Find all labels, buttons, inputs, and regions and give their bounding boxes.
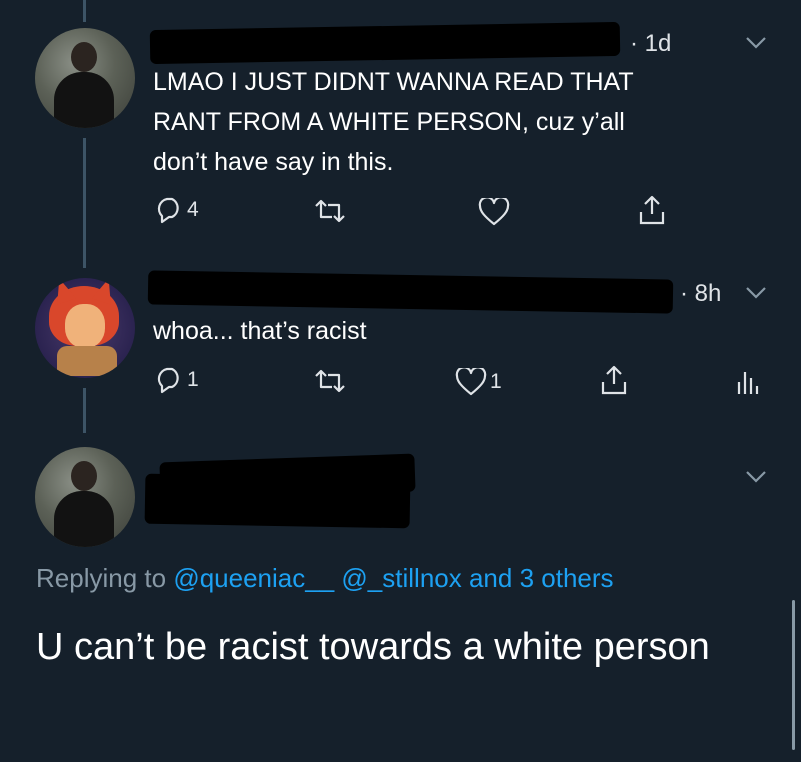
- heart-icon: [455, 368, 487, 396]
- like-button[interactable]: 1: [455, 368, 502, 396]
- avatar-armor: [57, 346, 117, 376]
- replying-to: Replying to @queeniac__ @_stillnox and 3…: [36, 563, 614, 594]
- tweet-time: · 1d: [630, 30, 672, 57]
- chevron-down-icon[interactable]: [745, 286, 767, 305]
- analytics-icon: [736, 368, 760, 396]
- mention-link[interactable]: @_stillnox: [341, 563, 461, 593]
- redacted-username: [149, 21, 621, 65]
- tweet-text: LMAO I JUST DIDNT WANNA READ THAT RANT F…: [153, 68, 634, 176]
- retweet-button[interactable]: [312, 368, 348, 394]
- thread-line-top: [83, 0, 86, 22]
- thread-line-1: [83, 138, 86, 268]
- reply-icon: [155, 196, 185, 224]
- tweet-text: U can’t be racist towards a white person: [36, 626, 710, 668]
- scrollbar[interactable]: [792, 600, 795, 750]
- avatar[interactable]: [35, 278, 135, 378]
- tweet-text: whoa... that’s racist: [153, 317, 367, 345]
- others-link[interactable]: and 3 others: [469, 563, 614, 593]
- redacted-handle: [144, 473, 411, 529]
- chevron-down-icon[interactable]: [745, 470, 767, 489]
- reply-count: 4: [187, 198, 199, 221]
- share-icon: [600, 364, 628, 396]
- like-count: 1: [490, 370, 502, 393]
- reply-button[interactable]: 1: [155, 366, 199, 394]
- reply-button[interactable]: 4: [155, 196, 199, 224]
- tweet-time: · 8h: [680, 280, 722, 307]
- replying-label: Replying to: [36, 563, 167, 593]
- avatar-face: [65, 304, 105, 348]
- avatar[interactable]: [35, 28, 135, 128]
- avatar-body: [54, 491, 114, 547]
- avatar-body: [54, 72, 114, 128]
- redacted-username: [147, 270, 674, 314]
- avatar-head: [71, 42, 97, 72]
- retweet-icon: [312, 368, 348, 394]
- reply-count: 1: [187, 368, 199, 391]
- analytics-button[interactable]: [736, 368, 760, 396]
- reply-icon: [155, 366, 185, 394]
- avatar[interactable]: [35, 447, 135, 547]
- heart-icon: [478, 198, 510, 226]
- mention-link[interactable]: @queeniac__: [173, 563, 334, 593]
- like-button[interactable]: [478, 198, 510, 226]
- retweet-icon: [312, 198, 348, 224]
- share-button[interactable]: [638, 194, 666, 226]
- thread-line-2: [83, 388, 86, 433]
- retweet-button[interactable]: [312, 198, 348, 224]
- share-button[interactable]: [600, 364, 628, 396]
- chevron-down-icon[interactable]: [745, 36, 767, 55]
- avatar-head: [71, 461, 97, 491]
- share-icon: [638, 194, 666, 226]
